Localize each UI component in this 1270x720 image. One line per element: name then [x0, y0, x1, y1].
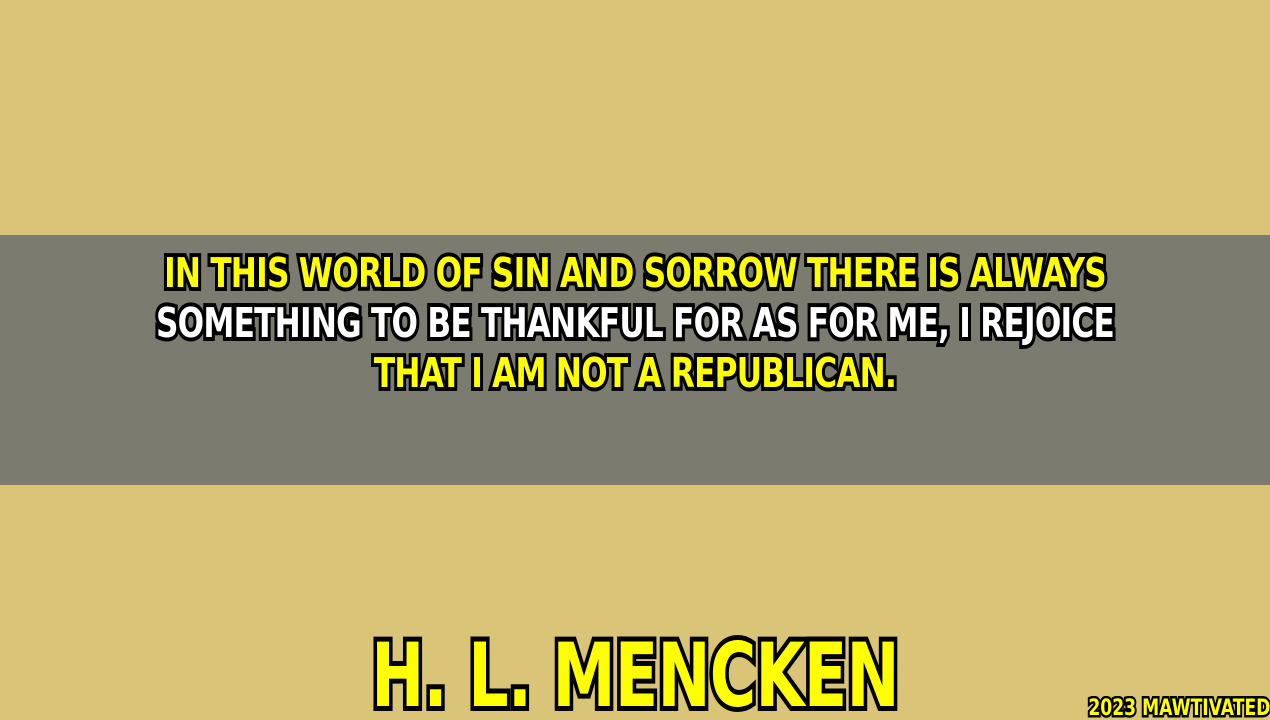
quote-line-3: THAT I AM NOT A REPUBLICAN. [371, 345, 900, 401]
quote-line-1: IN THIS WORLD OF SIN AND SORROW THERE IS… [161, 245, 1110, 301]
author-name: H. L. MENCKEN [368, 621, 903, 720]
watermark-credit: 2023 MAWTIVATED [1086, 694, 1270, 720]
quote-line-2: SOMETHING TO BE THANKFUL FOR AS FOR ME, … [153, 295, 1118, 351]
quote-text: IN THIS WORLD OF SIN AND SORROW THERE IS… [0, 245, 1270, 401]
